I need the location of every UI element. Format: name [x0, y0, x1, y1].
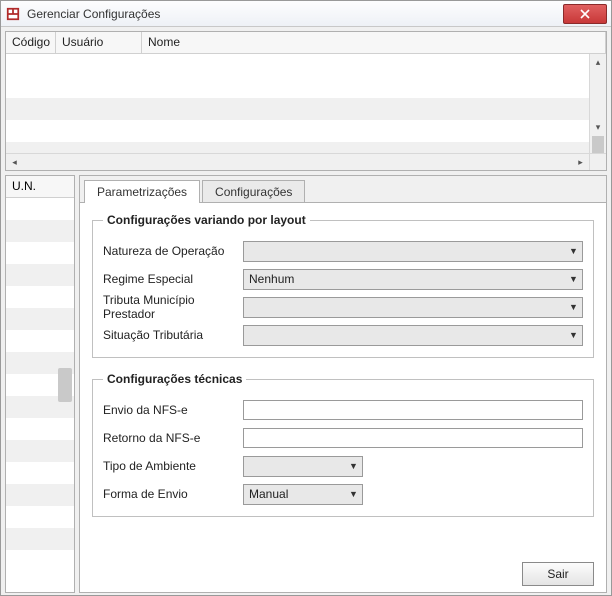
label-natureza-operacao: Natureza de Operação [103, 244, 243, 258]
window-title: Gerenciar Configurações [27, 7, 563, 21]
input-retorno-nfse[interactable] [243, 428, 583, 448]
chevron-down-icon: ▼ [564, 274, 582, 284]
label-situacao-tributaria: Situação Tributária [103, 328, 243, 342]
list-item [6, 550, 74, 572]
scroll-up-icon[interactable]: ▴ [590, 54, 606, 71]
list-item [6, 506, 74, 528]
label-tributa-municipio: Tributa Município Prestador [103, 293, 243, 321]
input-envio-nfse[interactable] [243, 400, 583, 420]
un-grid: U.N. [5, 175, 75, 593]
detail-panel: Parametrizações Configurações Configuraç… [79, 175, 607, 593]
chevron-down-icon: ▼ [344, 489, 362, 499]
grid-header: Código Usuário Nome [6, 32, 606, 54]
list-item [6, 440, 74, 462]
select-natureza-operacao[interactable]: ▼ [243, 241, 583, 262]
list-item [6, 198, 74, 220]
grid-horizontal-scrollbar[interactable]: ◂ ▸ [6, 153, 606, 170]
app-icon [5, 6, 21, 22]
chevron-down-icon: ▼ [344, 461, 362, 471]
label-envio-nfse: Envio da NFS-e [103, 403, 243, 417]
sair-button[interactable]: Sair [522, 562, 594, 586]
select-tributa-municipio[interactable]: ▼ [243, 297, 583, 318]
list-item [6, 242, 74, 264]
list-item [6, 220, 74, 242]
tab-configuracoes[interactable]: Configurações [202, 180, 305, 203]
close-icon [580, 9, 590, 19]
column-header-codigo[interactable]: Código [6, 32, 56, 53]
user-grid: Código Usuário Nome ▴ ▾ ◂ ▸ [5, 31, 607, 171]
list-item [6, 308, 74, 330]
label-tipo-ambiente: Tipo de Ambiente [103, 459, 243, 473]
group-legend-layout: Configurações variando por layout [103, 213, 310, 227]
scroll-down-icon[interactable]: ▾ [590, 119, 606, 136]
group-legend-tecnicas: Configurações técnicas [103, 372, 246, 386]
select-value: Nenhum [244, 272, 564, 286]
grid-vertical-scrollbar[interactable]: ▴ ▾ [589, 54, 606, 153]
select-forma-envio[interactable]: Manual ▼ [243, 484, 363, 505]
grid-body[interactable]: ▴ ▾ [6, 54, 606, 153]
list-item [6, 484, 74, 506]
lower-pane: U.N. Parametrizações Configurações [5, 175, 607, 593]
list-item [6, 418, 74, 440]
label-retorno-nfse: Retorno da NFS-e [103, 431, 243, 445]
select-tipo-ambiente[interactable]: ▼ [243, 456, 363, 477]
group-config-tecnicas: Configurações técnicas Envio da NFS-e Re… [92, 372, 594, 517]
group-config-layout: Configurações variando por layout Nature… [92, 213, 594, 358]
list-item [6, 462, 74, 484]
chevron-down-icon: ▼ [564, 246, 582, 256]
select-situacao-tributaria[interactable]: ▼ [243, 325, 583, 346]
label-regime-especial: Regime Especial [103, 272, 243, 286]
select-regime-especial[interactable]: Nenhum ▼ [243, 269, 583, 290]
scroll-left-icon[interactable]: ◂ [6, 154, 23, 170]
list-item [6, 330, 74, 352]
list-item [6, 528, 74, 550]
label-forma-envio: Forma de Envio [103, 487, 243, 501]
chevron-down-icon: ▼ [564, 302, 582, 312]
scroll-thumb[interactable] [58, 368, 72, 402]
table-row [6, 54, 606, 76]
table-row [6, 98, 606, 120]
footer: Sair [92, 550, 594, 586]
chevron-down-icon: ▼ [564, 330, 582, 340]
tab-parametrizacoes[interactable]: Parametrizações [84, 180, 200, 203]
select-value: Manual [244, 487, 344, 501]
un-body[interactable] [6, 198, 74, 592]
column-header-un[interactable]: U.N. [6, 176, 74, 198]
column-header-nome[interactable]: Nome [142, 32, 606, 53]
list-item [6, 286, 74, 308]
table-row [6, 142, 606, 153]
column-header-usuario[interactable]: Usuário [56, 32, 142, 53]
tab-content-parametrizacoes: Configurações variando por layout Nature… [80, 202, 606, 592]
close-button[interactable] [563, 4, 607, 24]
titlebar: Gerenciar Configurações [1, 1, 611, 27]
tabs: Parametrizações Configurações [80, 176, 606, 202]
table-row [6, 76, 606, 98]
scroll-right-icon[interactable]: ▸ [572, 154, 589, 170]
list-item [6, 264, 74, 286]
table-row [6, 120, 606, 142]
